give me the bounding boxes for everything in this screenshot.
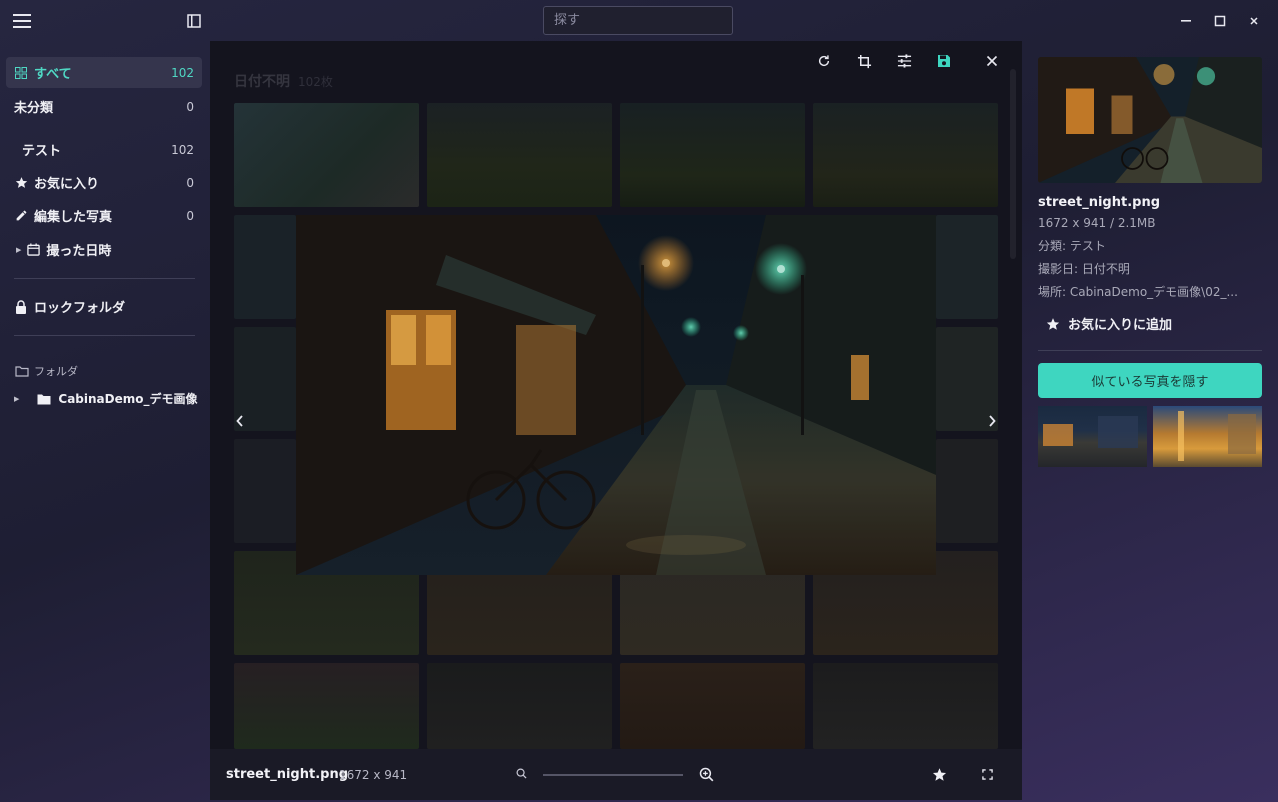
minimize-icon[interactable] — [1178, 12, 1194, 28]
zoom-out-icon[interactable] — [516, 768, 527, 779]
star-icon — [1046, 317, 1060, 331]
viewer-file-name: street_night.png — [226, 767, 349, 782]
sidebar: すべて 102 未分類 0 テスト 102 お気に入り 0 編集した写真 0 ▶… — [0, 41, 210, 802]
sidebar-item-label: 編集した写真 — [34, 210, 113, 225]
sidebar-divider — [14, 278, 195, 279]
photo-viewer: 日付不明 102枚 street_night.png 1672 x 941 — [210, 41, 1022, 800]
maximize-icon[interactable] — [1212, 13, 1228, 29]
zoom-in-icon[interactable] — [699, 767, 714, 782]
grid-thumbnail[interactable] — [234, 663, 419, 749]
next-arrow-icon[interactable] — [984, 411, 1000, 431]
calendar-icon — [26, 243, 40, 257]
folder-item-label: CabinaDemo_デモ画像 — [58, 392, 198, 406]
favorite-star-icon[interactable] — [932, 767, 947, 782]
info-file-name: street_night.png — [1038, 195, 1161, 210]
add-to-favorites-label: お気に入りに追加 — [1068, 318, 1173, 333]
rotate-icon[interactable] — [812, 49, 836, 73]
sidebar-item-label: すべて — [34, 67, 72, 82]
grid-thumbnail[interactable] — [620, 663, 805, 749]
similar-photo-thumbnail[interactable] — [1153, 406, 1262, 467]
grid-thumbnail[interactable] — [936, 439, 998, 543]
crop-icon[interactable] — [852, 49, 876, 73]
preview-thumbnail[interactable] — [1038, 57, 1262, 183]
grid-thumbnail[interactable] — [620, 103, 805, 207]
folders-heading: フォルダ — [15, 363, 78, 379]
grid-thumbnail[interactable] — [427, 663, 612, 749]
sidebar-item-count: 0 — [186, 99, 194, 114]
sidebar-item-favorites[interactable]: お気に入り 0 — [6, 167, 202, 198]
add-to-favorites-button[interactable]: お気に入りに追加 — [1046, 314, 1172, 333]
panel-divider — [1038, 350, 1262, 351]
folder-item[interactable]: ▶ CabinaDemo_デモ画像 — [14, 390, 198, 407]
lock-icon — [14, 299, 28, 314]
similar-photo-thumbnail[interactable] — [1038, 406, 1147, 467]
folder-outline-icon — [15, 365, 29, 377]
sidebar-item-edited[interactable]: 編集した写真 0 — [6, 200, 202, 231]
grid-thumbnail[interactable] — [813, 103, 998, 207]
sidebar-divider — [14, 335, 195, 336]
sidebar-item-label: 未分類 — [14, 101, 54, 116]
sidebar-item-count: 0 — [186, 208, 194, 223]
title-bar — [0, 0, 1278, 41]
expand-arrow-icon[interactable]: ▶ — [14, 395, 19, 403]
close-window-icon[interactable] — [1246, 13, 1262, 29]
hide-similar-button[interactable]: 似ている写真を隠す — [1038, 363, 1262, 398]
viewer-bottom-bar: street_night.png 1672 x 941 — [210, 749, 1022, 800]
save-icon[interactable] — [932, 49, 956, 73]
scrollbar[interactable] — [1010, 69, 1016, 259]
fullscreen-icon[interactable] — [982, 769, 993, 780]
sidebar-item-count: 102 — [171, 65, 194, 80]
info-location: 場所: CabinaDemo_デモ画像\02_... — [1038, 285, 1238, 299]
sidebar-item-locked-folder[interactable]: ロックフォルダ — [6, 291, 202, 322]
expand-arrow-icon[interactable]: ▶ — [16, 246, 21, 254]
grid-icon — [14, 66, 28, 80]
adjust-icon[interactable] — [892, 49, 916, 73]
main-photo[interactable] — [296, 215, 936, 575]
sidebar-item-count: 0 — [186, 175, 194, 190]
info-date: 撮影日: 日付不明 — [1038, 262, 1130, 276]
info-size: 1672 x 941 / 2.1MB — [1038, 216, 1156, 230]
sidebar-item-all[interactable]: すべて 102 — [6, 57, 202, 88]
sidebar-item-date-taken[interactable]: ▶ 撮った日時 — [6, 234, 202, 265]
toggle-sidebar-icon[interactable] — [186, 13, 202, 29]
sidebar-item-label: お気に入り — [34, 177, 100, 192]
hamburger-menu-icon[interactable] — [12, 12, 32, 30]
sidebar-item-test[interactable]: テスト 102 — [6, 134, 202, 165]
star-icon — [14, 176, 28, 190]
sidebar-item-label: ロックフォルダ — [34, 301, 126, 316]
grid-thumbnail[interactable] — [427, 103, 612, 207]
close-viewer-icon[interactable] — [980, 49, 1004, 73]
grid-thumbnail[interactable] — [234, 103, 419, 207]
grid-thumbnail[interactable] — [936, 215, 998, 319]
pencil-icon — [14, 209, 28, 223]
zoom-slider[interactable] — [543, 774, 683, 776]
grid-thumbnail[interactable] — [234, 215, 296, 319]
grid-title: 日付不明 — [234, 74, 290, 90]
search-input[interactable] — [543, 6, 733, 35]
sidebar-item-label: 撮った日時 — [46, 244, 112, 259]
grid-thumbnail[interactable] — [234, 439, 296, 543]
sidebar-item-count: 102 — [171, 142, 194, 157]
info-category: 分類: テスト — [1038, 239, 1106, 253]
grid-count: 102枚 — [298, 75, 333, 89]
previous-arrow-icon[interactable] — [232, 411, 248, 431]
folders-heading-label: フォルダ — [34, 365, 78, 378]
grid-thumbnail[interactable] — [813, 663, 998, 749]
sidebar-item-label: テスト — [22, 144, 62, 159]
folder-icon — [37, 393, 51, 405]
sidebar-item-uncategorized[interactable]: 未分類 0 — [6, 91, 202, 122]
info-panel: street_night.png 1672 x 941 / 2.1MB 分類: … — [1022, 41, 1278, 802]
viewer-dimensions: 1672 x 941 — [339, 768, 408, 782]
